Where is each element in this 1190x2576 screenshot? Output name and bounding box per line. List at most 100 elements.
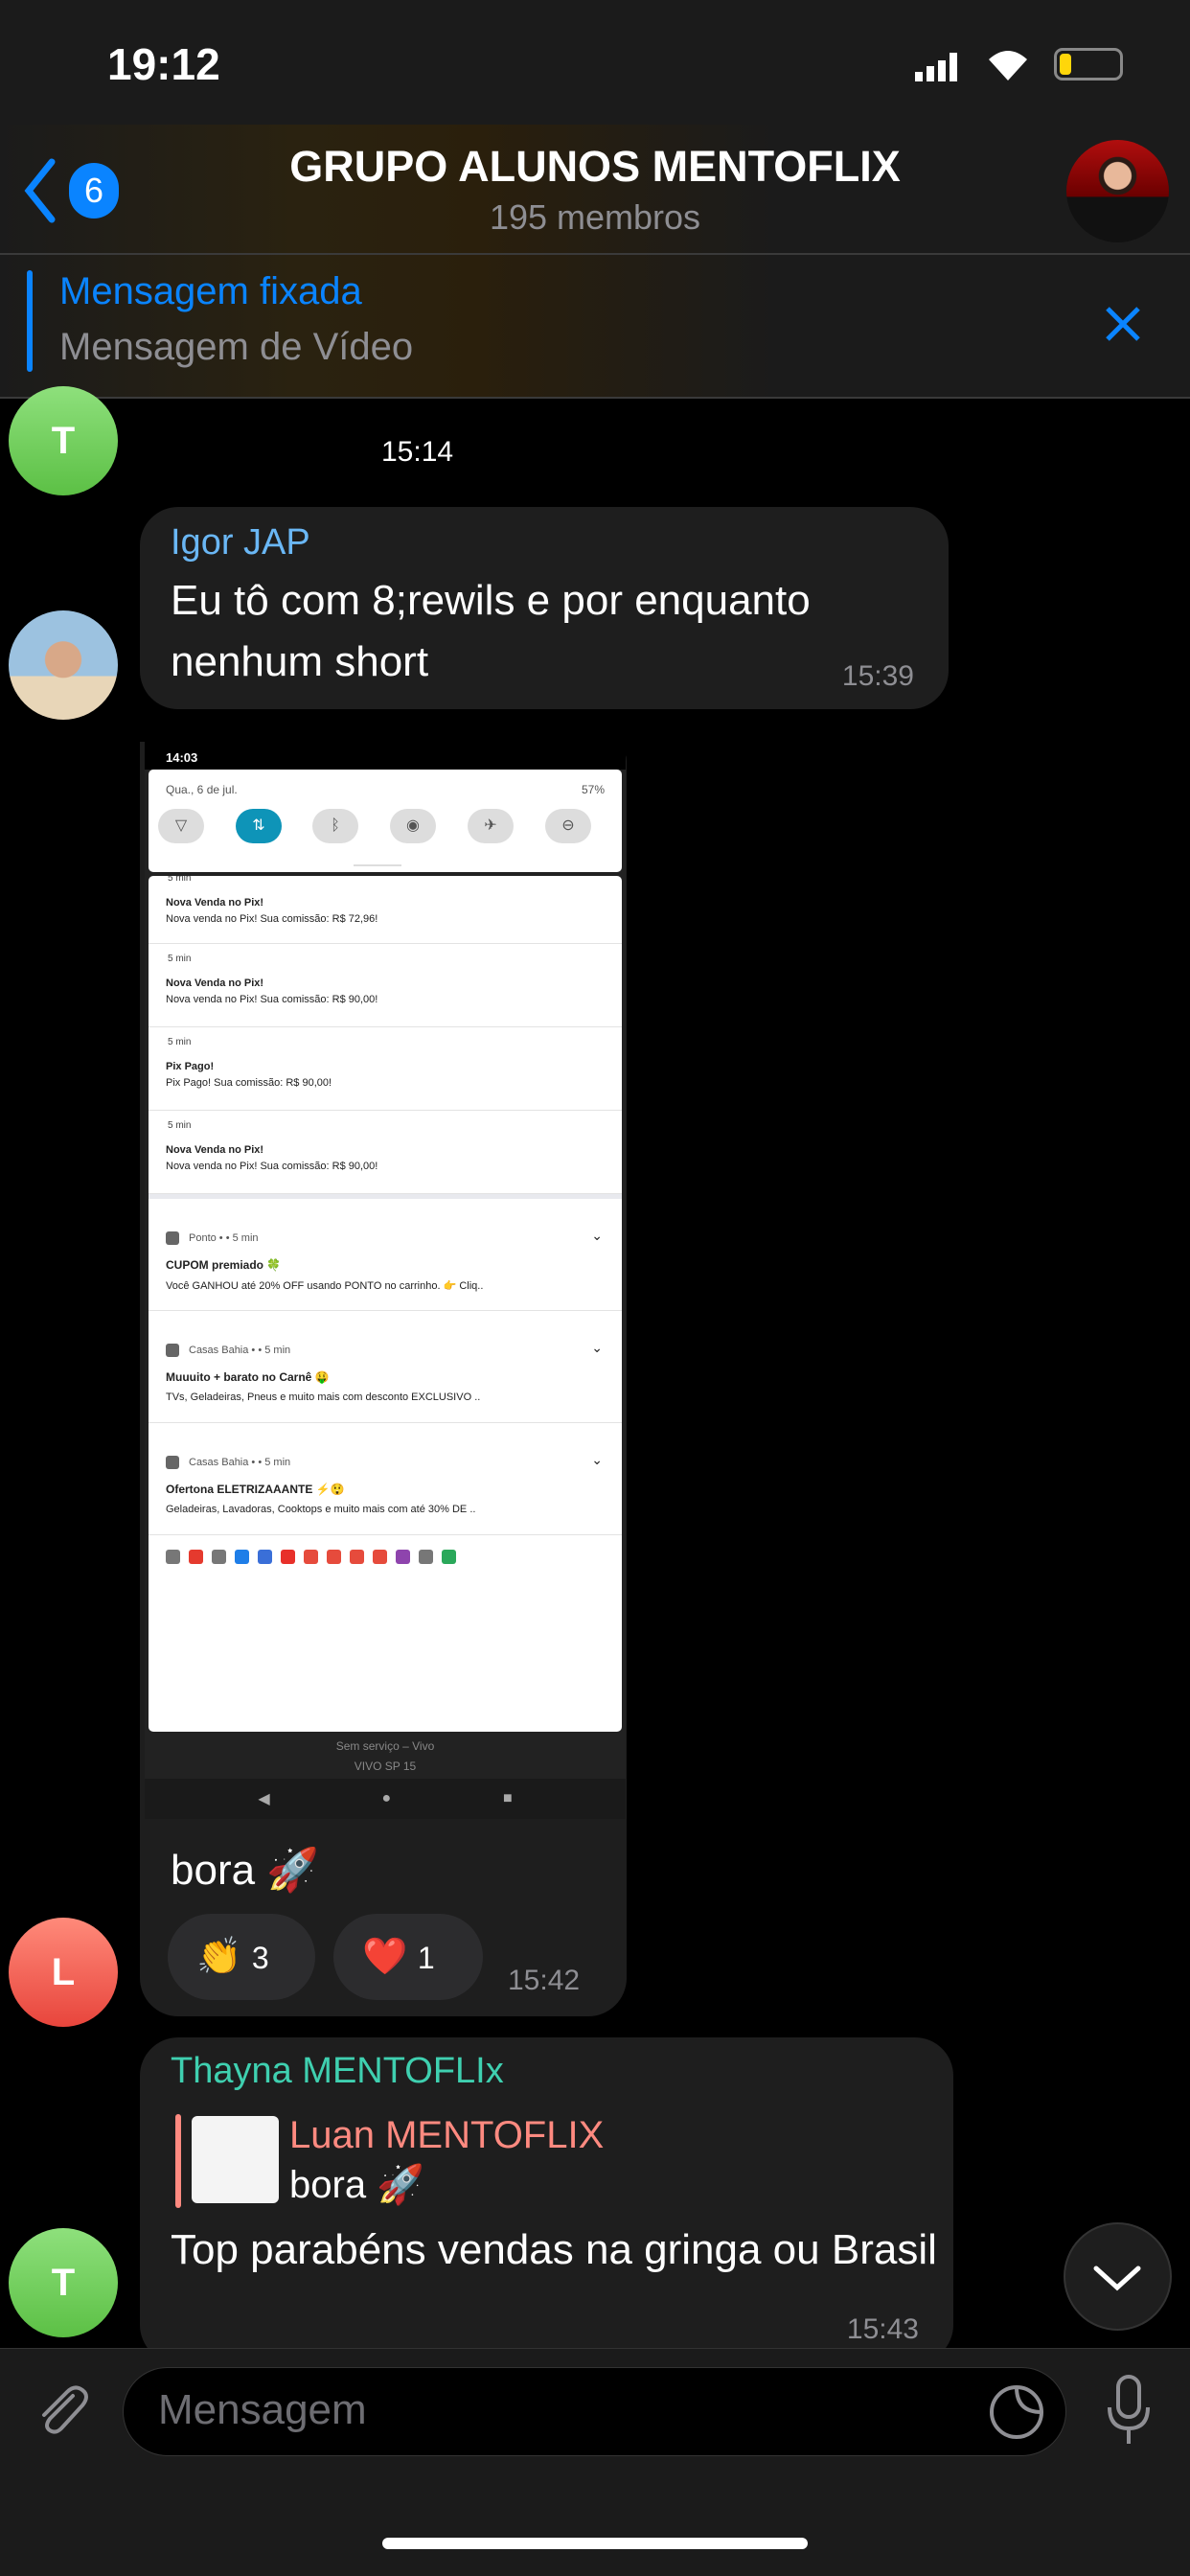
pinned-label[interactable]: Mensagem fixada (59, 270, 362, 313)
notification-body: Pix Pago! Sua comissão: R$ 90,00! (166, 1077, 332, 1089)
microphone-icon[interactable] (1102, 2373, 1156, 2450)
heart-icon: ❤️ (362, 1937, 408, 1977)
tray-app-icon (327, 1549, 341, 1564)
data-icon: ⇅ (236, 809, 282, 843)
casas-bahia-app-icon (166, 1344, 179, 1357)
scroll-down-button[interactable] (1064, 2222, 1172, 2331)
tray-app-icon (350, 1549, 364, 1564)
bluetooth-icon: ᛒ (312, 809, 358, 843)
message-time: 15:39 (841, 660, 914, 692)
hotspot-icon: ◉ (390, 809, 436, 843)
screenshot-image[interactable]: 14:03 Qua., 6 de jul. 57% ▽ ⇅ ᛒ ◉ ✈ ⊖ 5 … (145, 742, 626, 1819)
reaction-clap[interactable]: 👏 3 (168, 1914, 315, 2000)
notification-title: Muuuito + barato no Carnê 🤑 (166, 1370, 330, 1384)
message-bubble[interactable]: Igor JAP Eu tô com 8;rewils e por enquan… (140, 507, 949, 709)
chat-title[interactable]: GRUPO ALUNOS MENTOFLIX (0, 142, 1190, 192)
expand-chevron-icon: ⌄ (591, 1340, 603, 1355)
carrier-line: VIVO SP 15 (354, 1760, 417, 1773)
carrier-line: Sem serviço – Vivo (335, 1739, 435, 1753)
home-indicator[interactable] (382, 2538, 808, 2549)
group-avatar[interactable] (1066, 140, 1169, 242)
chevron-down-icon (1093, 2266, 1141, 2291)
attach-icon[interactable] (29, 2379, 92, 2442)
app-notification: Ponto • • 5 min ⌄ CUPOM premiado 🍀 Você GAN… (149, 1199, 622, 1311)
airplane-icon: ✈ (468, 809, 514, 843)
avatar[interactable]: T (9, 386, 118, 495)
tray-app-icon (304, 1549, 318, 1564)
message-time: 15:43 (846, 2313, 919, 2345)
tray-app-icon (419, 1549, 433, 1564)
qs-battery: 57% (581, 783, 605, 796)
notification-body: TVs, Geladeiras, Pneus e muito mais com … (166, 1392, 481, 1403)
notification: 5 min Nova Venda no Pix! Nova venda no Pix… (149, 944, 622, 1027)
reaction-count: 1 (417, 1941, 435, 1975)
tray-app-icon (212, 1549, 226, 1564)
notification-time: 5 min (168, 954, 192, 964)
avatar-photo[interactable] (9, 610, 118, 720)
notification-title: CUPOM premiado 🍀 (166, 1258, 282, 1272)
expand-chevron-icon: ⌄ (591, 1452, 603, 1467)
notification-time: 5 min (168, 1120, 192, 1131)
dnd-icon: ⊖ (545, 809, 591, 843)
notification: 5 min Nova Venda no Pix! Nova venda no Pix… (149, 876, 622, 944)
header-divider (0, 253, 1190, 255)
notification-title: Ofertona ELETRIZAAANTE ⚡😲 (166, 1483, 345, 1496)
reaction-heart[interactable]: ❤️ 1 (333, 1914, 483, 2000)
close-pinned-icon[interactable] (1104, 305, 1142, 343)
notification: 5 min Nova Venda no Pix! Nova venda no Pix… (149, 1111, 622, 1194)
wifi-icon: ▽ (158, 809, 204, 843)
member-count: 195 membros (489, 197, 701, 237)
home-icon: ● (381, 1790, 392, 1806)
tray-app-icon (258, 1549, 272, 1564)
app-notification: Casas Bahia • • 5 min ⌄ Muuuito + barato n… (149, 1311, 622, 1423)
reply-text[interactable]: bora 🚀 (289, 2162, 424, 2207)
quick-settings-panel: Qua., 6 de jul. 57% ▽ ⇅ ᛒ ◉ ✈ ⊖ (149, 770, 622, 872)
message-caption: bora 🚀 (171, 1847, 320, 1894)
notification-title: Nova Venda no Pix! (166, 897, 264, 908)
pinned-indicator (27, 270, 33, 372)
pinned-text[interactable]: Mensagem de Vídeo (59, 326, 413, 369)
notification-body: Geladeiras, Lavadoras, Cooktops e muito … (166, 1504, 476, 1515)
pinned-divider (0, 397, 1190, 399)
tray-app-icon (235, 1549, 249, 1564)
message-input-placeholder[interactable]: Mensagem (158, 2386, 367, 2434)
status-bar: 19:12 (0, 0, 1190, 125)
signal-icon (915, 53, 957, 81)
notification-time: 5 min (168, 876, 192, 884)
sender-name[interactable]: Igor JAP (171, 522, 310, 564)
message-bubble[interactable]: Thayna MENTOFLIx Luan MENTOFLIX bora 🚀 T… (140, 2037, 953, 2363)
status-time: 19:12 (107, 39, 220, 89)
qs-date: Qua., 6 de jul. (166, 783, 238, 796)
tray-app-icon (373, 1549, 387, 1564)
avatar[interactable]: L (9, 1918, 118, 2027)
message-text: Eu tô com 8;rewils e por enquanto nenhum… (171, 577, 811, 685)
tray-app-icon (396, 1549, 410, 1564)
tray-app-icon (442, 1549, 456, 1564)
notification-body: Nova venda no Pix! Sua comissão: R$ 72,9… (166, 913, 378, 925)
app-name: Casas Bahia • • 5 min (189, 1456, 291, 1468)
notification-title: Pix Pago! (166, 1061, 215, 1072)
back-icon: ◀ (258, 1791, 270, 1807)
reply-thumbnail[interactable] (192, 2116, 279, 2203)
notification: 5 min Pix Pago! Pix Pago! Sua comissão: R$… (149, 1027, 622, 1111)
message-time: 15:42 (508, 1965, 581, 1996)
ponto-app-icon (166, 1231, 179, 1245)
notification-title: Nova Venda no Pix! (166, 978, 264, 989)
avatar[interactable]: T (9, 2228, 118, 2337)
reply-sender[interactable]: Luan MENTOFLIX (289, 2114, 604, 2157)
message-time: 15:14 (381, 436, 454, 468)
sticker-icon[interactable] (987, 2382, 1046, 2442)
sender-name[interactable]: Thayna MENTOFLIx (171, 2051, 504, 2092)
clap-icon: 👏 (196, 1937, 242, 1977)
tray-app-icon (189, 1549, 203, 1564)
casas-bahia-app-icon (166, 1456, 179, 1469)
app-notification: Casas Bahia • • 5 min ⌄ Ofertona ELETRIZAA… (149, 1423, 622, 1535)
app-name: Casas Bahia • • 5 min (189, 1344, 291, 1356)
android-nav-bar: ◀ ● ■ (145, 1779, 626, 1819)
notification-list: 5 min Nova Venda no Pix! Nova venda no Pix… (149, 876, 622, 1732)
notification-body: Você GANHOU até 20% OFF usando PONTO no … (166, 1280, 484, 1292)
carrier-info: Sem serviço – Vivo VIVO SP 15 (145, 1736, 626, 1777)
reply-bar (175, 2114, 181, 2208)
notification-title: Nova Venda no Pix! (166, 1144, 264, 1156)
reaction-count: 3 (251, 1941, 269, 1975)
